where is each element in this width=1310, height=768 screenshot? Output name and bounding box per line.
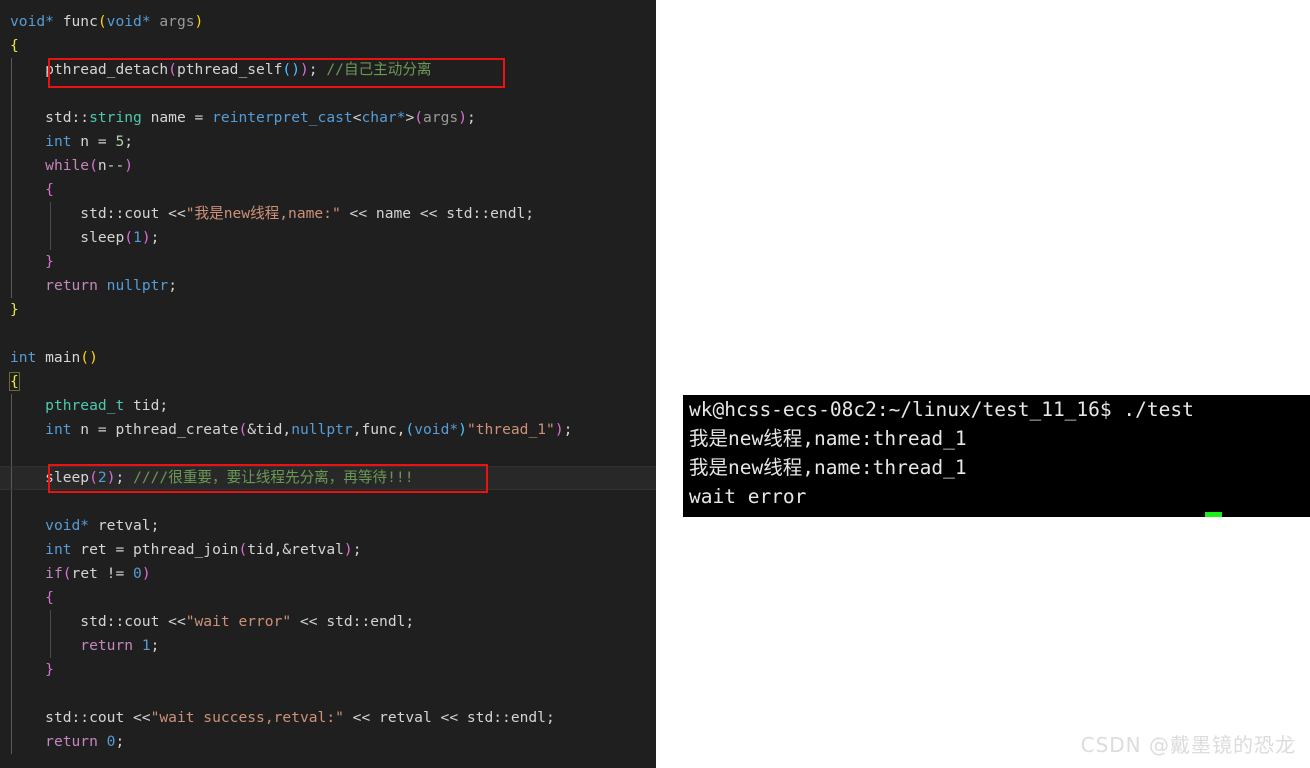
code-content[interactable]: void* func(void* args) { pthread_detach(…	[0, 10, 656, 754]
terminal-line-prompt: wk@hcss-ecs-08c2:~/linux/test_11_16$ ./t…	[689, 398, 1194, 421]
code-line[interactable]: void* retval;	[0, 514, 656, 538]
code-line[interactable]	[0, 322, 656, 346]
code-line-pthread-join[interactable]: int ret = pthread_join(tid,&retval);	[0, 538, 656, 562]
code-line-main[interactable]: int main()	[0, 346, 656, 370]
code-line[interactable]: {	[0, 586, 656, 610]
terminal-line-output-3: wait error	[689, 485, 807, 508]
terminal-output-pane[interactable]: wk@hcss-ecs-08c2:~/linux/test_11_16$ ./t…	[683, 395, 1310, 517]
code-line[interactable]: return 0;	[0, 730, 656, 754]
code-line[interactable]: std::string name = reinterpret_cast<char…	[0, 106, 656, 130]
code-line[interactable]	[0, 442, 656, 466]
code-line-detach[interactable]: pthread_detach(pthread_self()); //自己主动分离	[0, 58, 656, 82]
code-line-cout-wait-error[interactable]: std::cout <<"wait error" << std::endl;	[0, 610, 656, 634]
code-line[interactable]: if(ret != 0)	[0, 562, 656, 586]
terminal-line-output-1: 我是new线程,name:thread_1	[689, 427, 967, 450]
terminal-line-output-2: 我是new线程,name:thread_1	[689, 456, 967, 479]
code-editor-pane[interactable]: void* func(void* args) { pthread_detach(…	[0, 0, 656, 768]
code-line-cout-wait-success[interactable]: std::cout <<"wait success,retval:" << re…	[0, 706, 656, 730]
code-line[interactable]	[0, 682, 656, 706]
code-line[interactable]: }	[0, 250, 656, 274]
code-line[interactable]	[0, 82, 656, 106]
code-line[interactable]: pthread_t tid;	[0, 394, 656, 418]
code-line[interactable]	[0, 490, 656, 514]
code-line[interactable]: void* func(void* args)	[0, 10, 656, 34]
code-line[interactable]: }	[0, 298, 656, 322]
code-line[interactable]: {	[0, 34, 656, 58]
code-line[interactable]: return nullptr;	[0, 274, 656, 298]
code-line[interactable]: return 1;	[0, 634, 656, 658]
code-line-pthread-create[interactable]: int n = pthread_create(&tid,nullptr,func…	[0, 418, 656, 442]
csdn-watermark: CSDN @戴墨镜的恐龙	[1080, 733, 1296, 757]
terminal-cursor	[1205, 512, 1222, 517]
code-line[interactable]: {	[0, 178, 656, 202]
code-line[interactable]: {	[0, 370, 656, 394]
code-line[interactable]: int n = 5;	[0, 130, 656, 154]
code-line-cout-new-thread[interactable]: std::cout <<"我是new线程,name:" << name << s…	[0, 202, 656, 226]
code-line[interactable]: sleep(1);	[0, 226, 656, 250]
code-line[interactable]: while(n--)	[0, 154, 656, 178]
code-line[interactable]: }	[0, 658, 656, 682]
code-line-sleep2[interactable]: sleep(2); ////很重要，要让线程先分离，再等待!!!	[0, 466, 656, 490]
